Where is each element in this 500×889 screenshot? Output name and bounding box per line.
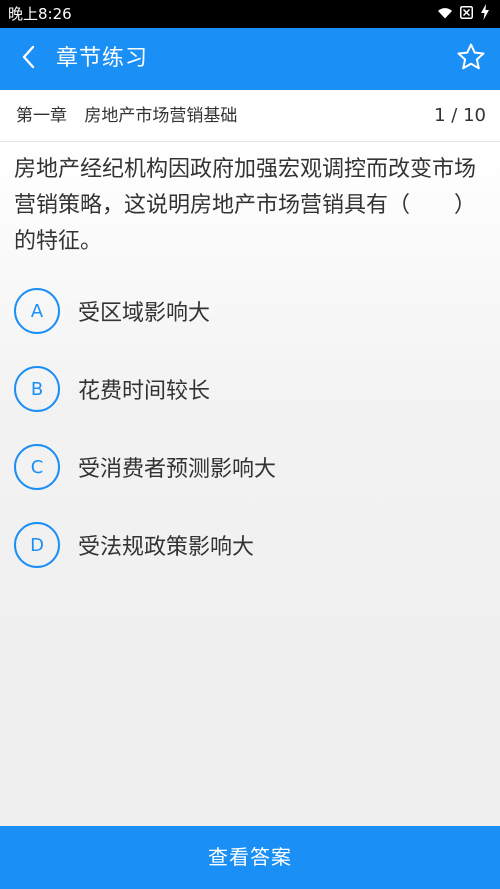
- option-a[interactable]: A 受区域影响大: [14, 286, 486, 336]
- page-title: 章节练习: [56, 46, 149, 71]
- question-progress: 1 / 10: [434, 105, 486, 126]
- option-d-marker: D: [14, 522, 60, 568]
- option-c[interactable]: C 受消费者预测影响大: [14, 442, 486, 492]
- no-sim-icon: [460, 5, 473, 23]
- option-a-marker: A: [14, 288, 60, 334]
- back-button[interactable]: [12, 42, 46, 76]
- option-c-text: 受消费者预测影响大: [78, 457, 277, 482]
- option-b-text: 花费时间较长: [78, 379, 211, 404]
- option-b[interactable]: B 花费时间较长: [14, 364, 486, 414]
- option-b-marker: B: [14, 366, 60, 412]
- question-text: 房地产经纪机构因政府加强宏观调控而改变市场营销策略，这说明房地产市场营销具有（ …: [14, 157, 477, 254]
- chapter-name: 第一章 房地产市场营销基础: [16, 106, 238, 126]
- status-icons: [437, 4, 490, 24]
- wifi-icon: [437, 5, 453, 23]
- option-d-text: 受法规政策影响大: [78, 535, 255, 560]
- option-a-text: 受区域影响大: [78, 301, 211, 326]
- app-bar: 章节练习: [0, 28, 500, 90]
- chevron-left-icon: [19, 44, 39, 74]
- star-outline-icon: [456, 42, 486, 76]
- option-d[interactable]: D 受法规政策影响大: [14, 520, 486, 570]
- favorite-button[interactable]: [454, 42, 488, 76]
- battery-charging-icon: [480, 4, 490, 24]
- view-answer-button[interactable]: 查看答案: [0, 826, 500, 889]
- status-bar: 晚上8:26: [0, 0, 500, 28]
- question-area: 房地产经纪机构因政府加强宏观调控而改变市场营销策略，这说明房地产市场营销具有（ …: [0, 142, 500, 826]
- status-time: 晚上8:26: [8, 5, 72, 23]
- chapter-bar: 第一章 房地产市场营销基础 1 / 10: [0, 90, 500, 142]
- option-c-marker: C: [14, 444, 60, 490]
